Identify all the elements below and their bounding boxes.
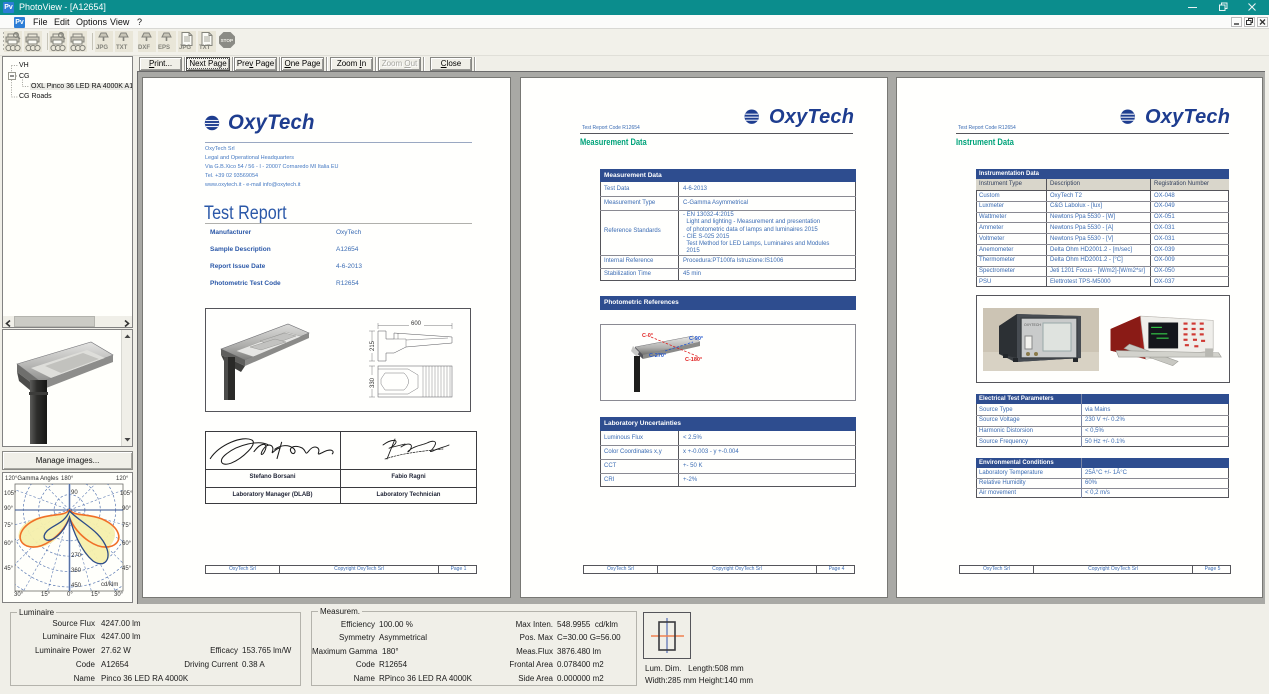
svg-text:STOP: STOP — [221, 38, 233, 43]
svg-text:450: 450 — [71, 583, 82, 589]
svg-text:JPG: JPG — [96, 45, 108, 51]
svg-text:C-90°: C-90° — [689, 336, 703, 342]
svg-text:360: 360 — [71, 568, 82, 574]
svg-text:90: 90 — [71, 490, 78, 496]
svg-text:600: 600 — [411, 321, 422, 327]
svg-text:OXYTECH: OXYTECH — [1024, 323, 1041, 327]
svg-text:TXT: TXT — [199, 45, 211, 51]
svg-text:DXF: DXF — [138, 45, 150, 51]
svg-text:TXT: TXT — [116, 45, 128, 51]
svg-text:C-270°: C-270° — [649, 353, 666, 359]
svg-text:330: 330 — [370, 377, 376, 388]
svg-text:270: 270 — [71, 553, 82, 559]
svg-text:215: 215 — [370, 340, 376, 351]
svg-text:EPS: EPS — [158, 45, 170, 51]
svg-text:JPG: JPG — [179, 45, 191, 51]
svg-text:C-180°: C-180° — [685, 357, 702, 363]
svg-text:C-0°: C-0° — [642, 333, 653, 339]
